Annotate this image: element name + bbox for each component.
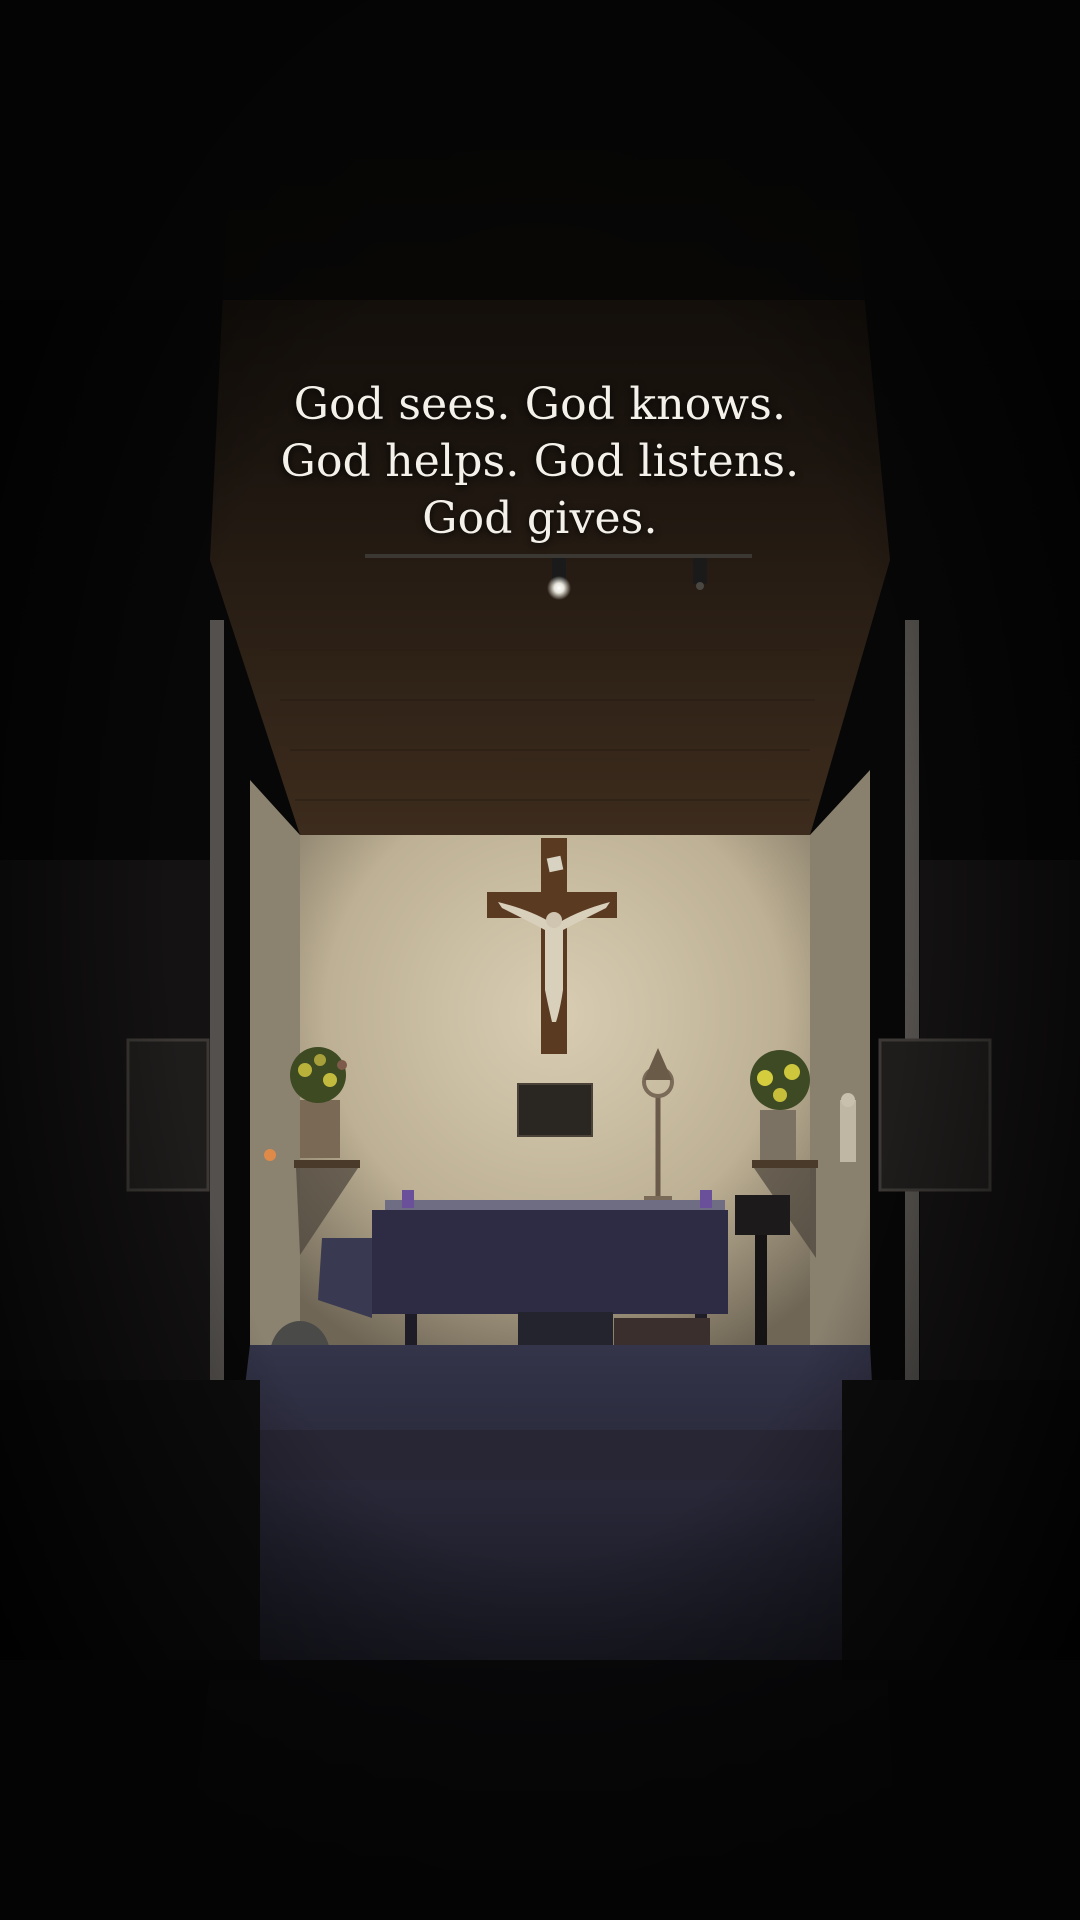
quote-line-1: God sees. God knows. [293, 379, 787, 430]
quote-line-3: God gives. [422, 493, 658, 544]
chapel-altar-photo [0, 0, 1080, 1920]
quote-overlay: God sees. God knows. God helps. God list… [0, 376, 1080, 547]
bottom-shadow [0, 1660, 1080, 1920]
quote-line-2: God helps. God listens. [280, 436, 800, 487]
top-shadow [0, 0, 1080, 300]
